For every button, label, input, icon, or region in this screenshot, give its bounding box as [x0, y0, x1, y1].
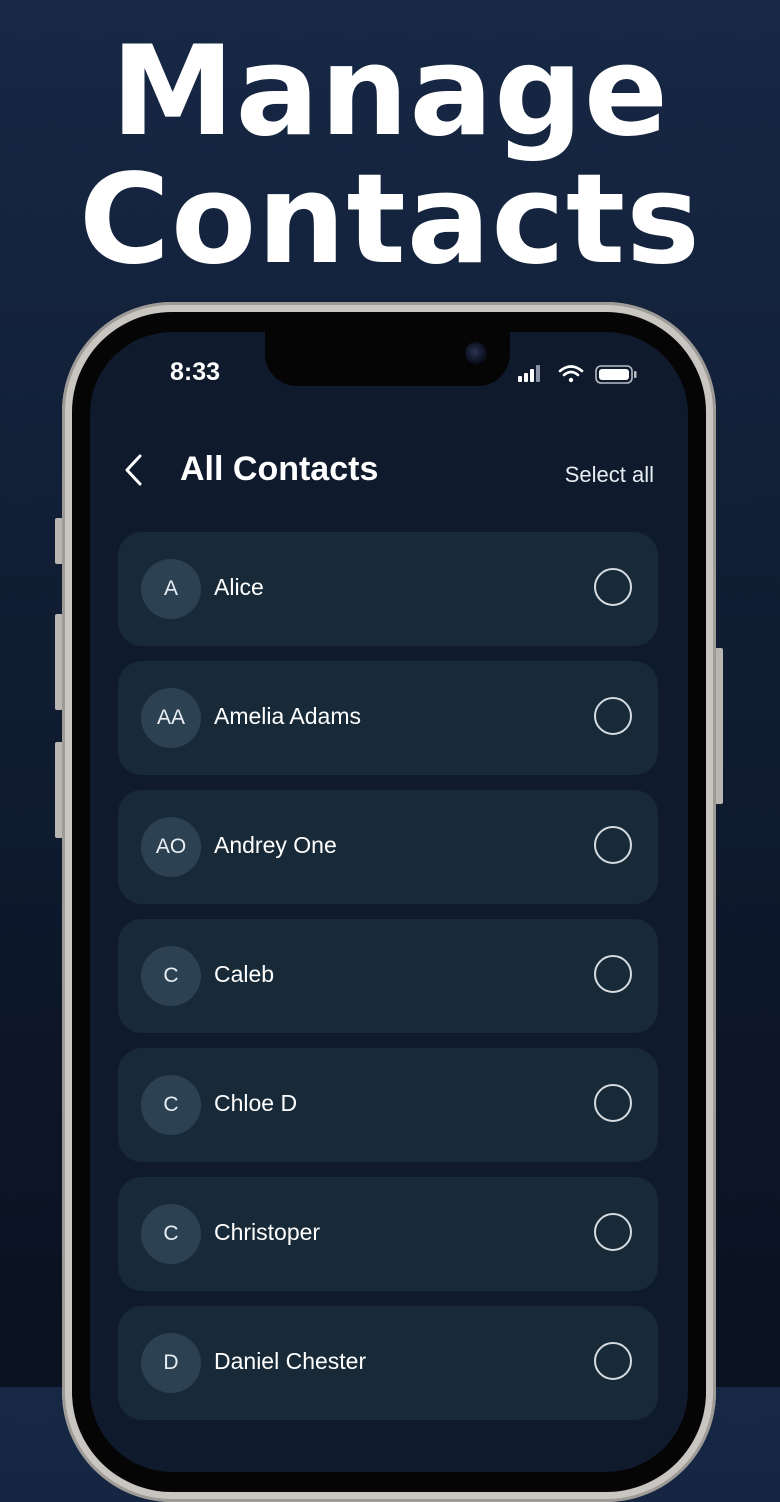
avatar: C	[141, 946, 201, 1006]
contact-list: A Alice AA Amelia Adams AO Andrey One C …	[118, 532, 658, 1435]
contact-row[interactable]: AA Amelia Adams	[118, 661, 658, 775]
select-radio[interactable]	[594, 697, 632, 735]
headline-line-2: Contacts	[78, 148, 701, 292]
avatar: C	[141, 1075, 201, 1135]
avatar: AO	[141, 817, 201, 877]
select-radio[interactable]	[594, 1342, 632, 1380]
avatar: A	[141, 559, 201, 619]
contact-name: Caleb	[214, 961, 275, 987]
battery-icon	[595, 365, 637, 384]
contact-row[interactable]: C Christoper	[118, 1177, 658, 1291]
select-radio[interactable]	[594, 1084, 632, 1122]
select-radio[interactable]	[594, 1213, 632, 1251]
avatar: D	[141, 1333, 201, 1393]
status-icons	[518, 365, 637, 384]
page-title: All Contacts	[180, 450, 379, 488]
notch	[265, 332, 510, 386]
contact-row[interactable]: D Daniel Chester	[118, 1306, 658, 1420]
wifi-icon	[558, 365, 584, 383]
phone-screen: 8:33 All Contacts Select all A Alice AA …	[90, 332, 688, 1472]
contact-row[interactable]: C Caleb	[118, 919, 658, 1033]
select-all-button[interactable]: Select all	[565, 462, 654, 488]
headline-line-1: Manage	[111, 20, 669, 164]
select-radio[interactable]	[594, 568, 632, 606]
camera-icon	[465, 342, 487, 364]
contact-row[interactable]: AO Andrey One	[118, 790, 658, 904]
contact-name: Chloe D	[214, 1090, 298, 1116]
avatar: C	[141, 1204, 201, 1264]
signal-icon	[518, 365, 540, 382]
contact-row[interactable]: C Chloe D	[118, 1048, 658, 1162]
back-chevron-icon[interactable]	[120, 450, 150, 490]
avatar: AA	[141, 688, 201, 748]
status-time: 8:33	[170, 358, 221, 386]
contact-name: Amelia Adams	[214, 703, 362, 729]
select-radio[interactable]	[594, 955, 632, 993]
contact-name: Christoper	[214, 1219, 321, 1245]
contact-name: Alice	[214, 574, 264, 600]
select-radio[interactable]	[594, 826, 632, 864]
contact-row[interactable]: A Alice	[118, 532, 658, 646]
contact-name: Daniel Chester	[214, 1348, 367, 1374]
contact-name: Andrey One	[214, 832, 337, 858]
phone-power-button	[715, 648, 723, 804]
